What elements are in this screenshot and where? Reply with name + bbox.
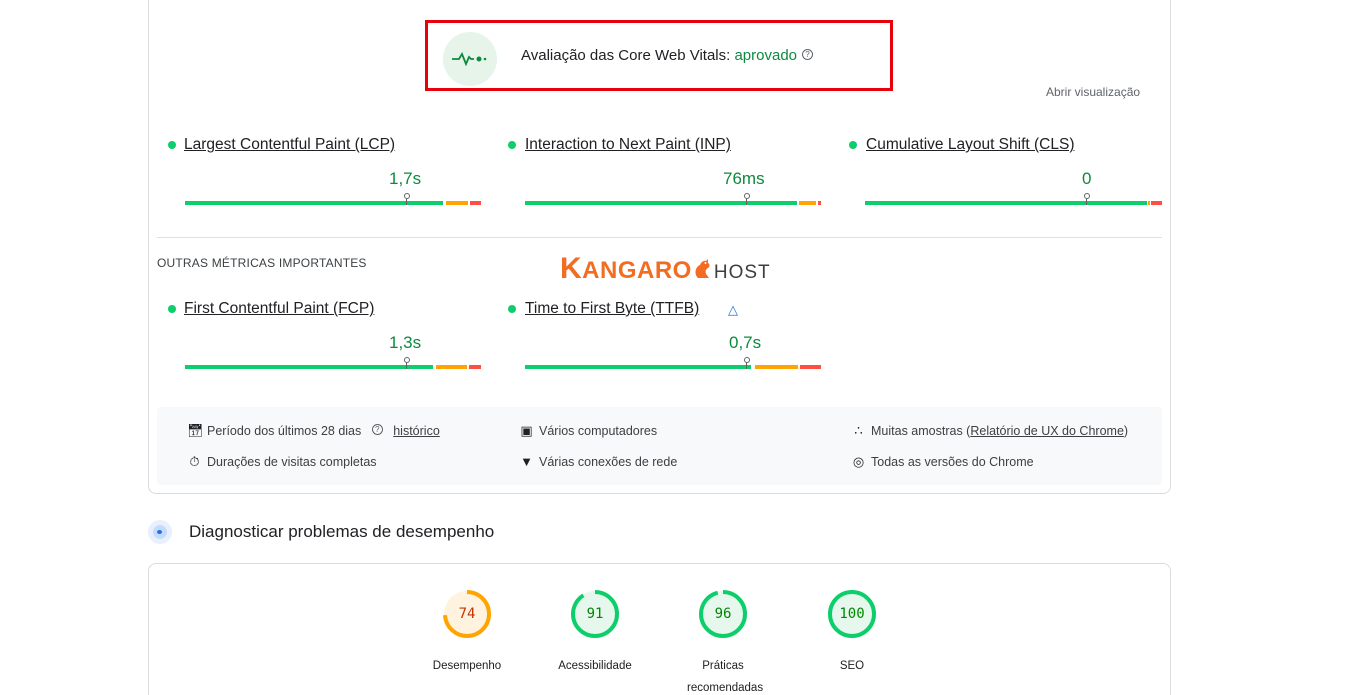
chrome-versions-info: ◎ Todas as versões do Chrome bbox=[852, 454, 1034, 469]
fcp-metric-link[interactable]: First Contentful Paint (FCP) bbox=[184, 300, 374, 318]
inp-needs-improvement-segment bbox=[799, 201, 816, 205]
samples-info: ∴ Muitas amostras (Relatório de UX do Chr… bbox=[851, 423, 1128, 439]
lcp-distribution-bar bbox=[185, 193, 481, 205]
chrome-icon: ◎ bbox=[852, 454, 865, 469]
kangaroo-host-logo: KANGARO HOST bbox=[560, 252, 771, 286]
experimental-flask-icon: △ bbox=[728, 302, 738, 317]
vitals-pulse-icon bbox=[443, 32, 497, 86]
diagnostics-title: Diagnosticar problemas de desempenho bbox=[189, 522, 495, 541]
logo-brand: KANGARO bbox=[560, 252, 692, 285]
seo-score: 100 bbox=[839, 606, 865, 622]
best-practices-score: 96 bbox=[714, 606, 732, 622]
accessibility-score: 91 bbox=[586, 606, 604, 622]
inp-distribution-bar bbox=[525, 193, 821, 205]
assessment-prefix: Avaliação das Core Web Vitals: bbox=[521, 47, 735, 64]
accessibility-label: Acessibilidade bbox=[558, 660, 632, 672]
lcp-needs-improvement-segment bbox=[446, 201, 468, 205]
fcp-distribution-bar bbox=[185, 357, 481, 369]
accessibility-score-gauge[interactable]: 91 bbox=[570, 589, 620, 639]
diagnostics-icon bbox=[148, 520, 172, 544]
seo-label: SEO bbox=[839, 660, 865, 672]
cls-distribution-bar bbox=[865, 193, 1162, 205]
ttfb-status-dot bbox=[508, 305, 516, 313]
data-source-info-box bbox=[157, 407, 1162, 485]
cls-metric-link[interactable]: Cumulative Layout Shift (CLS) bbox=[866, 136, 1074, 154]
kangaroo-icon bbox=[695, 259, 710, 278]
cls-poor-segment bbox=[1151, 201, 1162, 205]
fcp-poor-segment bbox=[469, 365, 481, 369]
visits-info: ⏱︎ Durações de visitas completas bbox=[187, 454, 376, 470]
scatter-dots-icon: ∴ bbox=[854, 423, 863, 438]
ttfb-marker-pin bbox=[744, 357, 750, 369]
lcp-poor-segment bbox=[470, 201, 481, 205]
fcp-status-dot bbox=[168, 305, 176, 313]
period-help-icon[interactable]: ? bbox=[371, 424, 383, 436]
lcp-value: 1,7s bbox=[389, 169, 422, 188]
fcp-good-segment bbox=[185, 365, 433, 369]
cls-status-dot bbox=[849, 141, 857, 149]
cls-good-segment bbox=[865, 201, 1147, 205]
inp-good-segment bbox=[525, 201, 797, 205]
logo-host-text: HOST bbox=[713, 262, 771, 283]
lighthouse-scores-card bbox=[148, 563, 1171, 695]
ttfb-distribution-bar bbox=[525, 357, 821, 369]
inp-poor-segment bbox=[818, 201, 821, 205]
ttfb-poor-segment bbox=[800, 365, 821, 369]
cls-marker-pin bbox=[1084, 193, 1090, 205]
section-divider bbox=[157, 237, 1162, 238]
calendar-icon: 📅︎ bbox=[187, 423, 204, 438]
ttfb-metric-link[interactable]: Time to First Byte (TTFB) bbox=[525, 300, 699, 318]
inp-status-dot bbox=[508, 141, 516, 149]
cls-needs-improvement-segment bbox=[1148, 201, 1150, 205]
assessment-title: Avaliação das Core Web Vitals: aprovado? bbox=[521, 47, 814, 64]
network-info: ▼ Várias conexões de rede bbox=[520, 454, 678, 469]
ttfb-needs-improvement-segment bbox=[755, 365, 798, 369]
chrome-ux-report-link[interactable]: Relatório de UX do Chrome bbox=[970, 424, 1124, 438]
help-icon[interactable]: ? bbox=[802, 48, 814, 60]
wifi-icon: ▼ bbox=[520, 454, 533, 469]
history-link[interactable]: histórico bbox=[393, 424, 440, 438]
lcp-metric-link[interactable]: Largest Contentful Paint (LCP) bbox=[184, 136, 395, 154]
timer-icon: ⏱︎ bbox=[189, 454, 200, 469]
period-info: 📅︎ Período dos últimos 28 dias ? históric… bbox=[187, 423, 440, 438]
assessment-status: aprovado bbox=[734, 47, 798, 64]
devices-info: ▣ Vários computadores bbox=[520, 423, 658, 438]
best-practices-score-gauge[interactable]: 96 bbox=[698, 589, 748, 639]
devices-icon: ▣ bbox=[520, 423, 533, 438]
performance-label: Desempenho bbox=[432, 660, 502, 672]
fcp-needs-improvement-segment bbox=[436, 365, 467, 369]
performance-score-gauge[interactable]: 74 bbox=[442, 589, 492, 639]
seo-score-gauge[interactable]: 100 bbox=[827, 589, 877, 639]
fcp-value: 1,3s bbox=[389, 333, 422, 352]
cls-value: 0 bbox=[1082, 169, 1092, 188]
fcp-marker-pin bbox=[404, 357, 410, 369]
ttfb-good-segment bbox=[525, 365, 751, 369]
best-practices-label: Práticas recomendadas bbox=[687, 660, 764, 694]
inp-value: 76ms bbox=[723, 169, 765, 188]
inp-metric-link[interactable]: Interaction to Next Paint (INP) bbox=[525, 136, 731, 154]
inp-marker-pin bbox=[744, 193, 750, 205]
performance-score: 74 bbox=[458, 606, 476, 622]
other-metrics-label: OUTRAS MÉTRICAS IMPORTANTES bbox=[157, 256, 367, 270]
ttfb-value: 0,7s bbox=[729, 333, 762, 352]
lcp-status-dot bbox=[168, 141, 176, 149]
open-view-link[interactable]: Abrir visualização bbox=[1046, 85, 1140, 99]
lcp-marker-pin bbox=[404, 193, 410, 205]
